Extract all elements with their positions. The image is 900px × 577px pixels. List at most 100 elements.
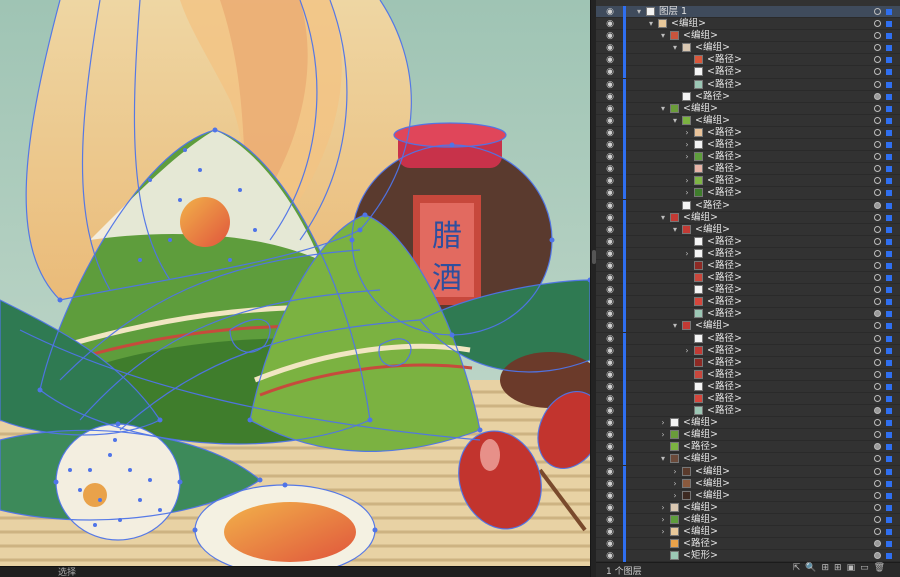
selection-square-icon[interactable] — [886, 335, 892, 342]
target-circle-icon[interactable] — [874, 261, 881, 269]
selection-square-icon[interactable] — [886, 492, 892, 499]
selection-square-icon[interactable] — [886, 238, 892, 245]
selection-square-icon[interactable] — [886, 33, 892, 40]
target-circle-icon[interactable] — [874, 68, 881, 76]
layer-row[interactable]: ◉ ▾ <编组> — [596, 18, 900, 31]
visibility-eye-icon[interactable]: ◉ — [604, 466, 616, 477]
layer-row[interactable]: ◉ <矩形> — [596, 550, 900, 563]
visibility-eye-icon[interactable]: ◉ — [604, 333, 616, 344]
expand-chevron-icon[interactable]: › — [670, 478, 680, 490]
visibility-eye-icon[interactable]: ◉ — [604, 405, 616, 416]
selection-square-icon[interactable] — [886, 383, 892, 390]
layer-row[interactable]: ◉ › <编组> — [596, 465, 900, 478]
layer-name[interactable]: <路径> — [707, 139, 742, 151]
target-circle-icon[interactable] — [874, 225, 881, 233]
target-circle-icon[interactable] — [874, 92, 881, 100]
layer-name[interactable]: <编组> — [683, 453, 718, 465]
visibility-eye-icon[interactable]: ◉ — [604, 151, 616, 162]
layer-name[interactable]: <路径> — [707, 308, 742, 320]
layer-name[interactable]: <路径> — [695, 91, 730, 103]
layer-row[interactable]: ◉ <路径> — [596, 538, 900, 551]
visibility-eye-icon[interactable]: ◉ — [604, 79, 616, 90]
visibility-eye-icon[interactable]: ◉ — [604, 369, 616, 380]
layer-row[interactable]: ◉ <路径> — [596, 393, 900, 406]
target-circle-icon[interactable] — [874, 346, 881, 354]
visibility-eye-icon[interactable]: ◉ — [604, 163, 616, 174]
target-circle-icon[interactable] — [874, 116, 881, 124]
visibility-eye-icon[interactable]: ◉ — [604, 478, 616, 489]
selection-square-icon[interactable] — [886, 299, 892, 306]
target-circle-icon[interactable] — [874, 515, 881, 523]
visibility-eye-icon[interactable]: ◉ — [604, 538, 616, 549]
target-circle-icon[interactable] — [874, 503, 881, 511]
visibility-eye-icon[interactable]: ◉ — [604, 18, 616, 29]
layer-name[interactable]: <路径> — [707, 187, 742, 199]
target-circle-icon[interactable] — [874, 8, 881, 15]
visibility-eye-icon[interactable]: ◉ — [604, 502, 616, 513]
layer-name[interactable]: <编组> — [683, 30, 718, 42]
layer-name[interactable]: <路径> — [707, 79, 742, 91]
artboard-canvas[interactable]: 腊 酒 选择 — [0, 0, 590, 577]
selection-square-icon[interactable] — [886, 444, 892, 451]
target-circle-icon[interactable] — [874, 32, 881, 40]
target-circle-icon[interactable] — [874, 334, 881, 342]
target-circle-icon[interactable] — [874, 128, 881, 136]
expand-chevron-icon[interactable]: › — [658, 514, 668, 526]
target-circle-icon[interactable] — [874, 201, 881, 209]
selection-square-icon[interactable] — [886, 371, 892, 378]
target-circle-icon[interactable] — [874, 419, 881, 427]
layer-name[interactable]: <路径> — [707, 66, 742, 78]
visibility-eye-icon[interactable]: ◉ — [604, 526, 616, 537]
selection-square-icon[interactable] — [886, 275, 892, 282]
target-circle-icon[interactable] — [874, 80, 881, 88]
visibility-eye-icon[interactable]: ◉ — [604, 284, 616, 295]
layer-row[interactable]: ◉ › <编组> — [596, 429, 900, 442]
layer-row[interactable]: ◉ <路径> — [596, 380, 900, 393]
layer-name[interactable]: <路径> — [707, 54, 742, 66]
visibility-eye-icon[interactable]: ◉ — [604, 115, 616, 126]
visibility-eye-icon[interactable]: ◉ — [604, 139, 616, 150]
footer-actions[interactable]: ⇱🔍⊞⊞▣▭🗑 — [793, 563, 890, 573]
layer-name[interactable]: <路径> — [707, 236, 742, 248]
target-circle-icon[interactable] — [874, 443, 881, 451]
visibility-eye-icon[interactable]: ◉ — [604, 393, 616, 404]
selection-square-icon[interactable] — [886, 45, 892, 52]
visibility-eye-icon[interactable]: ◉ — [604, 441, 616, 452]
selection-square-icon[interactable] — [886, 347, 892, 354]
layer-row[interactable]: ◉ <路径> — [596, 405, 900, 418]
selection-square-icon[interactable] — [886, 468, 892, 475]
target-circle-icon[interactable] — [874, 358, 881, 366]
layer-name[interactable]: <路径> — [707, 381, 742, 393]
layer-row[interactable]: ◉ › <编组> — [596, 501, 900, 514]
layer-name[interactable]: <矩形> — [683, 550, 718, 562]
visibility-eye-icon[interactable]: ◉ — [604, 320, 616, 331]
selection-square-icon[interactable] — [886, 359, 892, 366]
layer-name[interactable]: <编组> — [671, 18, 706, 30]
target-circle-icon[interactable] — [874, 467, 881, 475]
selection-square-icon[interactable] — [886, 142, 892, 149]
layer-row[interactable]: ◉ ▾ <编组> — [596, 42, 900, 55]
collapse-chevron-icon[interactable]: ▾ — [670, 42, 680, 54]
layer-row[interactable]: ◉ › <编组> — [596, 477, 900, 490]
collapse-chevron-icon[interactable]: ▾ — [634, 6, 644, 18]
layer-name[interactable]: <路径> — [707, 175, 742, 187]
visibility-eye-icon[interactable]: ◉ — [604, 103, 616, 114]
layer-name[interactable]: <路径> — [707, 284, 742, 296]
visibility-eye-icon[interactable]: ◉ — [604, 175, 616, 186]
selection-square-icon[interactable] — [886, 166, 892, 173]
layer-row[interactable]: ◉ <路径> — [596, 296, 900, 309]
target-circle-icon[interactable] — [874, 395, 881, 402]
selection-square-icon[interactable] — [886, 69, 892, 76]
visibility-eye-icon[interactable]: ◉ — [604, 66, 616, 77]
layer-name[interactable]: <路径> — [707, 260, 742, 272]
layer-name[interactable]: <路径> — [707, 163, 742, 175]
visibility-eye-icon[interactable]: ◉ — [604, 514, 616, 525]
target-circle-icon[interactable] — [874, 141, 881, 149]
layer-row[interactable]: ◉ <路径> — [596, 54, 900, 67]
layer-row[interactable]: ◉ ▾ <编组> — [596, 102, 900, 115]
target-circle-icon[interactable] — [874, 479, 881, 487]
target-circle-icon[interactable] — [874, 382, 881, 390]
selection-square-icon[interactable] — [886, 178, 892, 185]
layer-name[interactable]: <路径> — [707, 405, 742, 417]
layer-row[interactable]: ◉ ▾ <编组> — [596, 30, 900, 43]
